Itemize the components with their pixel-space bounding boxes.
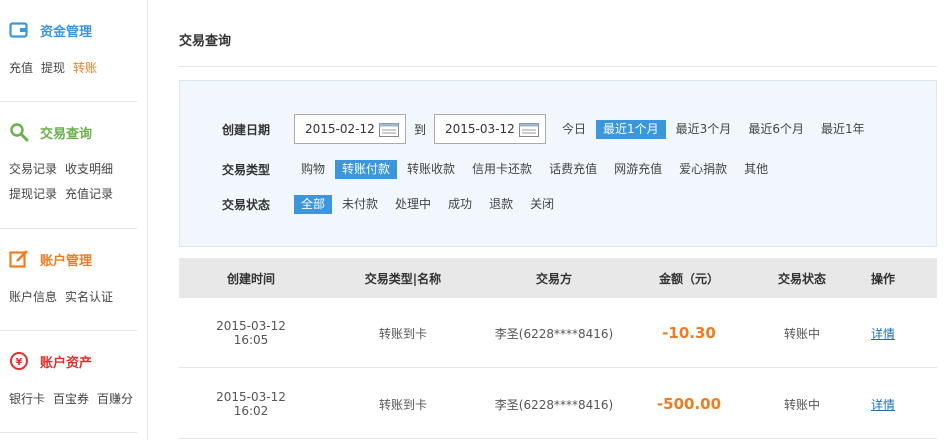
account-links: 账户信息 实名认证 xyxy=(9,285,121,310)
sidebar-link-real-name[interactable]: 实名认证 xyxy=(65,290,113,304)
status-cell: 转账中 xyxy=(783,397,820,412)
sidebar-link-bank-card[interactable]: 银行卡 xyxy=(9,392,45,406)
status-option-success[interactable]: 成功 xyxy=(441,195,479,214)
date-to-input[interactable]: 2015-03-12 xyxy=(434,114,547,144)
table-row: 2015-03-12 16:02 转账到卡 李圣(6228****8416) -… xyxy=(179,369,937,439)
section-title-label: 交易查询 xyxy=(40,126,93,142)
created-time: 16:02 xyxy=(233,404,269,418)
filter-panel: 创建日期 2015-02-12 到 2015-03-12 今日 最近1个月 最近… xyxy=(179,80,937,247)
section-title-funds[interactable]: 资金管理 xyxy=(8,18,92,42)
funds-links: 充值 提现 转账 xyxy=(9,56,105,81)
calendar-icon[interactable] xyxy=(519,123,540,140)
date-from-input[interactable]: 2015-02-12 xyxy=(294,114,406,144)
date-range-1-month[interactable]: 最近1个月 xyxy=(596,119,666,139)
sidebar-link-withdraw-records[interactable]: 提现记录 xyxy=(9,187,57,201)
sidebar-link-trade-records[interactable]: 交易记录 xyxy=(9,162,57,176)
created-date: 2015-03-12 xyxy=(216,319,286,333)
sidebar-link-coupons[interactable]: 百宝券 xyxy=(53,392,89,406)
table-header: 创建时间 交易类型|名称 交易方 金额（元） 交易状态 操作 xyxy=(179,258,937,298)
sidebar-link-recharge[interactable]: 充值 xyxy=(9,61,33,75)
detail-link[interactable]: 详情 xyxy=(871,396,895,413)
section-title-assets[interactable]: ¥ 账户资产 xyxy=(8,349,92,373)
type-filter-row: 交易类型 购物 转账付款 转账收款 信用卡还款 话费充值 网游充值 爱心捐款 其… xyxy=(222,160,778,179)
status-option-all[interactable]: 全部 xyxy=(294,195,333,214)
status-option-unpaid[interactable]: 未付款 xyxy=(335,195,385,214)
type-option-game-topup[interactable]: 网游充值 xyxy=(607,160,669,179)
type-label: 交易类型 xyxy=(222,163,271,177)
date-range-options: 今日 最近1个月 最近3个月 最近6个月 最近1年 xyxy=(555,119,875,139)
svg-text:¥: ¥ xyxy=(16,357,23,368)
status-option-processing[interactable]: 处理中 xyxy=(388,195,438,214)
type-option-credit-card[interactable]: 信用卡还款 xyxy=(465,160,539,179)
sidebar-link-withdraw[interactable]: 提现 xyxy=(41,61,65,75)
created-time-cell: 2015-03-12 16:05 xyxy=(179,298,323,368)
transaction-links: 交易记录 收支明细 提现记录 充值记录 xyxy=(9,157,134,207)
wallet-icon xyxy=(8,19,30,41)
section-title-account[interactable]: 账户管理 xyxy=(8,247,92,271)
type-option-phone-topup[interactable]: 话费充值 xyxy=(542,160,604,179)
counterparty-cell: 李圣(6228****8416) xyxy=(494,326,614,341)
status-filter-row: 交易状态 全部 未付款 处理中 成功 退款 关闭 xyxy=(222,195,564,214)
type-option-donation[interactable]: 爱心捐款 xyxy=(672,160,734,179)
status-cell: 转账中 xyxy=(783,326,820,341)
yen-icon: ¥ xyxy=(8,350,30,372)
type-option-other[interactable]: 其他 xyxy=(737,160,775,179)
column-header-status: 交易状态 xyxy=(777,271,826,286)
counterparty-cell: 李圣(6228****8416) xyxy=(494,397,614,412)
date-from-value: 2015-02-12 xyxy=(305,122,375,136)
divider xyxy=(0,228,137,229)
to-label: 到 xyxy=(414,122,427,137)
amount-cell: -10.30 xyxy=(662,324,716,342)
table-row: 2015-03-12 16:05 转账到卡 李圣(6228****8416) -… xyxy=(179,298,937,368)
divider xyxy=(0,432,137,433)
type-cell: 转账到卡 xyxy=(378,326,427,341)
title-divider xyxy=(179,66,937,67)
assets-links: 银行卡 百宝券 百赚分 xyxy=(9,387,141,412)
search-icon xyxy=(8,121,30,143)
detail-link[interactable]: 详情 xyxy=(871,325,895,342)
column-header-created-time: 创建时间 xyxy=(226,271,275,286)
type-cell: 转账到卡 xyxy=(378,397,427,412)
sidebar: 资金管理 充值 提现 转账 交易查询 交易记录 收支明细 提现记录 充值记录 账户管理 … xyxy=(0,0,148,440)
divider xyxy=(0,330,137,331)
sidebar-link-account-info[interactable]: 账户信息 xyxy=(9,290,57,304)
type-option-transfer-receive[interactable]: 转账收款 xyxy=(400,160,462,179)
column-header-type-name: 交易类型|名称 xyxy=(364,271,442,286)
status-option-refund[interactable]: 退款 xyxy=(482,195,520,214)
type-option-transfer-pay[interactable]: 转账付款 xyxy=(335,160,398,179)
section-title-transactions[interactable]: 交易查询 xyxy=(8,120,92,144)
date-to-value: 2015-03-12 xyxy=(445,122,515,136)
date-range-6-months[interactable]: 最近6个月 xyxy=(741,120,811,139)
detail-cell: 详情 xyxy=(855,369,911,439)
status-label: 交易状态 xyxy=(222,198,271,212)
section-title-label: 账户管理 xyxy=(40,253,93,269)
edit-icon xyxy=(8,248,30,270)
divider xyxy=(0,101,137,102)
status-option-closed[interactable]: 关闭 xyxy=(523,195,561,214)
detail-cell: 详情 xyxy=(855,298,911,368)
date-range-3-months[interactable]: 最近3个月 xyxy=(669,120,739,139)
column-header-amount: 金额（元） xyxy=(658,271,719,286)
created-time: 16:05 xyxy=(233,333,269,347)
column-header-action: 操作 xyxy=(870,271,895,286)
type-option-shopping[interactable]: 购物 xyxy=(294,160,332,179)
amount-cell: -500.00 xyxy=(656,395,722,413)
sidebar-link-income-details[interactable]: 收支明细 xyxy=(65,162,113,176)
created-date: 2015-03-12 xyxy=(216,390,286,404)
calendar-icon[interactable] xyxy=(379,123,399,140)
sidebar-link-points[interactable]: 百赚分 xyxy=(97,392,133,406)
page-title: 交易查询 xyxy=(179,34,232,49)
sidebar-link-transfer[interactable]: 转账 xyxy=(73,61,97,75)
date-range-1-year[interactable]: 最近1年 xyxy=(814,120,872,139)
date-filter-row: 创建日期 2015-02-12 到 2015-03-12 今日 最近1个月 最近… xyxy=(222,114,875,144)
section-title-label: 资金管理 xyxy=(40,24,93,40)
created-time-cell: 2015-03-12 16:02 xyxy=(179,369,323,439)
date-label: 创建日期 xyxy=(222,122,271,137)
section-title-label: 账户资产 xyxy=(40,355,93,371)
date-range-today[interactable]: 今日 xyxy=(555,120,593,139)
column-header-counterparty: 交易方 xyxy=(535,271,572,286)
sidebar-link-recharge-records[interactable]: 充值记录 xyxy=(65,187,113,201)
